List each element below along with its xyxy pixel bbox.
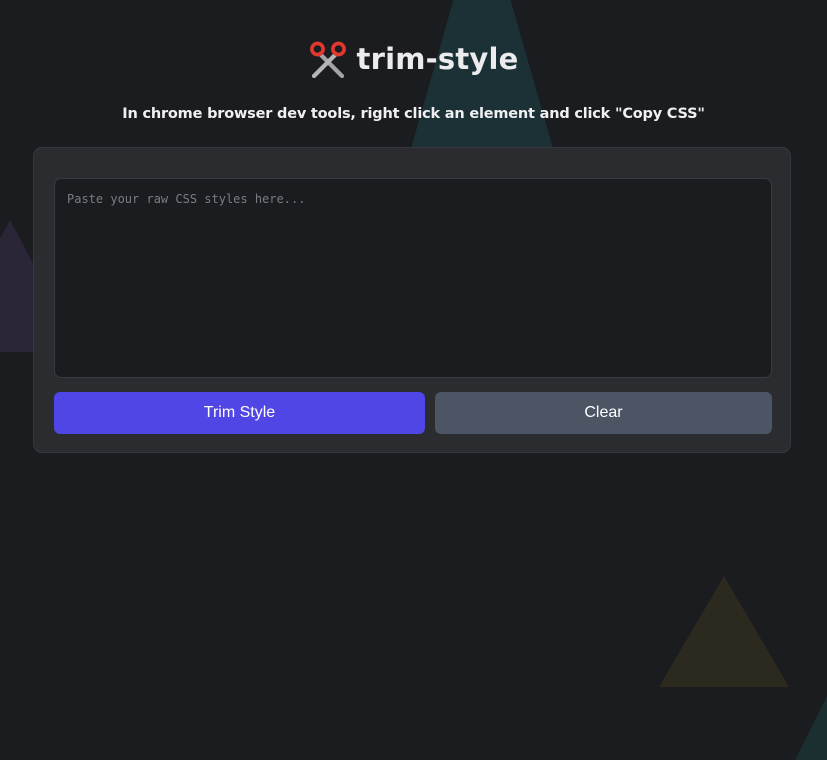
page: trim-style In chrome browser dev tools, … <box>0 0 827 760</box>
app-title: trim-style <box>356 42 519 76</box>
app-header: trim-style <box>0 40 827 78</box>
clear-button[interactable]: Clear <box>435 392 772 434</box>
trim-card: Trim Style Clear <box>33 147 791 453</box>
css-input[interactable] <box>54 178 772 378</box>
instructions-text: In chrome browser dev tools, right click… <box>122 106 705 122</box>
background-triangle-amber <box>659 576 789 687</box>
background-triangle-corner <box>790 690 827 760</box>
scissors-icon <box>309 41 346 78</box>
trim-style-button[interactable]: Trim Style <box>54 392 425 434</box>
